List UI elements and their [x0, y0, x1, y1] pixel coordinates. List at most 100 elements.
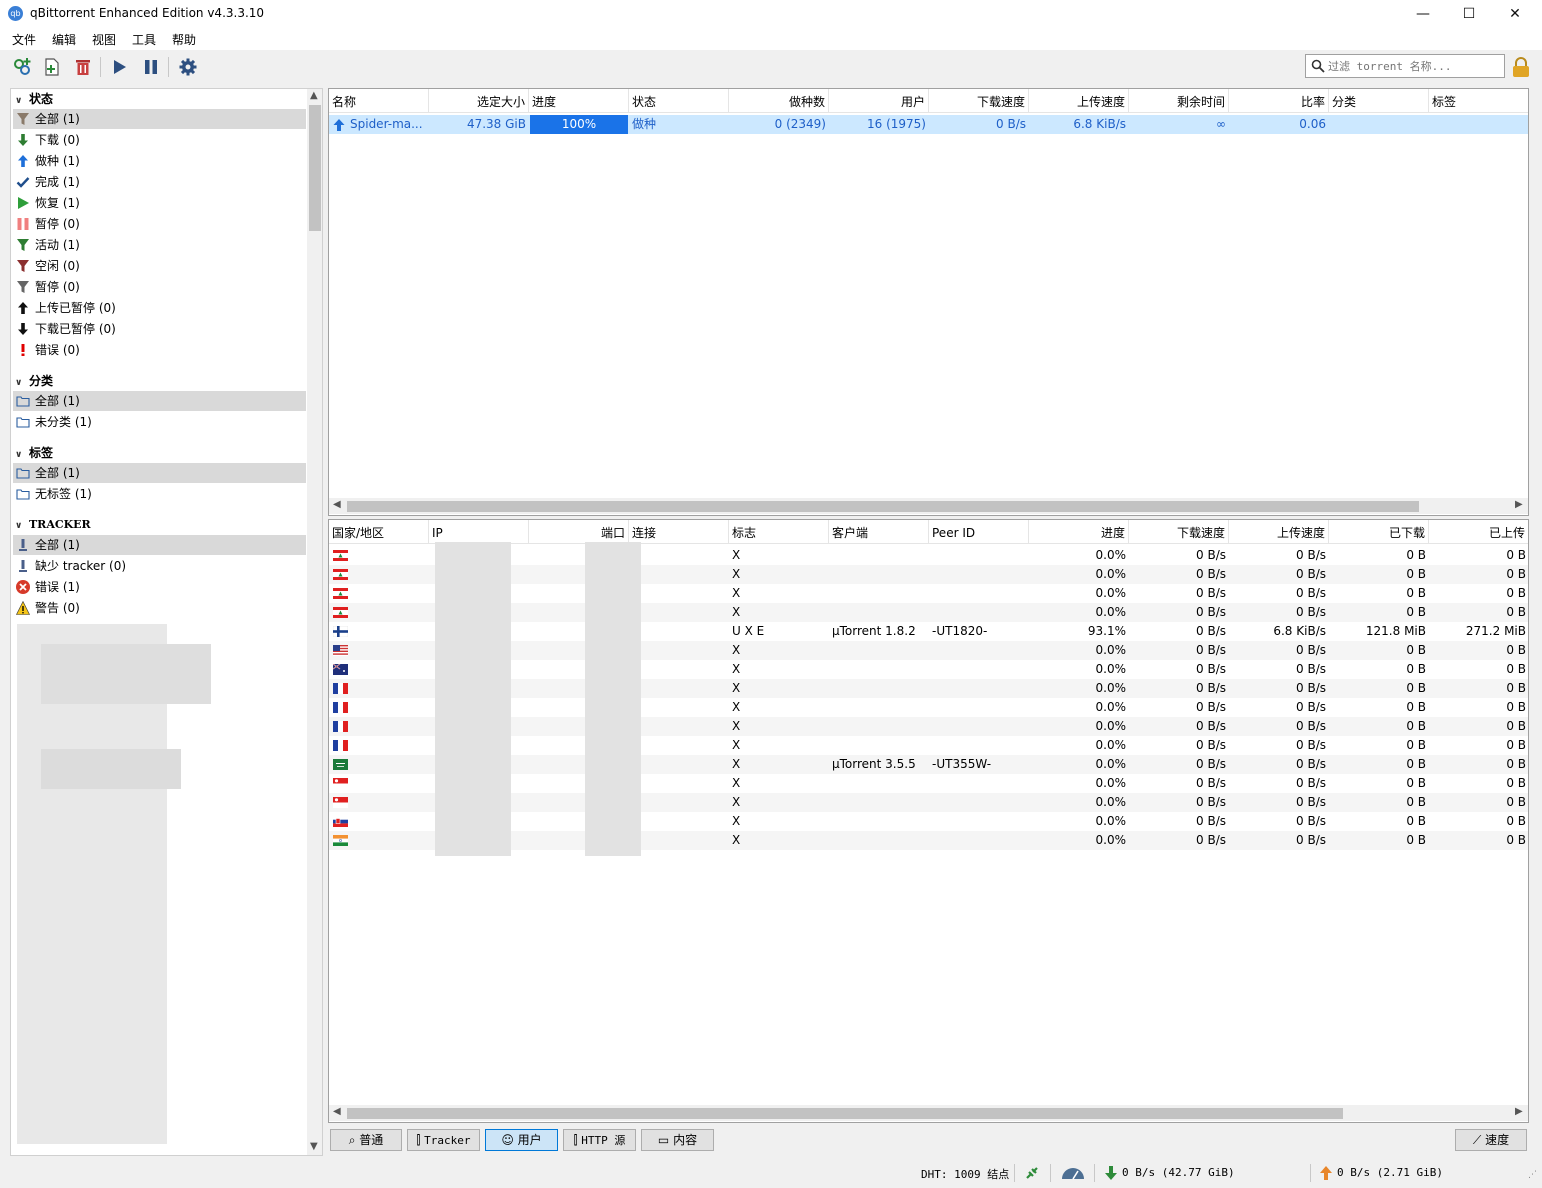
lock-icon[interactable] [1510, 56, 1532, 78]
torrent-list-hscrollbar[interactable]: ◀ ▶ [329, 498, 1528, 514]
arrow-down-icon [18, 323, 28, 335]
scroll-down-icon[interactable]: ▼ [310, 1141, 318, 1152]
sidebar-item-status-all[interactable]: 全部 (1) [13, 109, 306, 129]
search-input[interactable] [1328, 58, 1500, 74]
tag-section-header[interactable]: ∨ 标签 [15, 444, 53, 462]
status-section-header[interactable]: ∨ 状态 [15, 90, 53, 108]
menu-edit[interactable]: 编辑 [52, 31, 76, 48]
sidebar-item-status-stalled[interactable]: 暂停 (0) [13, 277, 306, 297]
peer-progress: 0.0% [1095, 738, 1127, 752]
sidebar-item-status-inactive[interactable]: 空闲 (0) [13, 256, 306, 276]
menu-help[interactable]: 帮助 [172, 31, 196, 48]
add-torrent-button[interactable] [40, 56, 64, 78]
menu-view[interactable]: 视图 [92, 31, 116, 48]
settings-button[interactable] [176, 56, 200, 78]
torrent-row[interactable]: Spider-ma... 47.38 GiB 100% 做种 0 (2349) … [329, 115, 1528, 134]
resize-grip-icon[interactable]: ⋰ [1528, 1170, 1537, 1180]
column-header[interactable]: 已下载 [1329, 520, 1429, 544]
flag-lebanon-icon [333, 607, 348, 618]
error-circle-icon [16, 580, 30, 594]
speed-limit-icon[interactable] [1060, 1166, 1086, 1180]
column-header[interactable]: IP [429, 520, 529, 544]
column-header[interactable]: 下载速度 [929, 89, 1029, 113]
sidebar-item-status-resumed[interactable]: 恢复 (1) [13, 193, 306, 213]
sidebar-item-category-all[interactable]: 全部 (1) [13, 391, 306, 411]
column-header[interactable]: 下载速度 [1129, 520, 1229, 544]
scroll-right-icon[interactable]: ▶ [1515, 1106, 1523, 1117]
filter-icon [17, 239, 29, 251]
close-button[interactable]: ✕ [1492, 0, 1538, 28]
pause-button[interactable] [139, 56, 163, 78]
column-header[interactable]: 分类 [1329, 89, 1429, 113]
sidebar-item-category-uncategorized[interactable]: 未分类 (1) [13, 412, 306, 432]
scroll-thumb[interactable] [347, 501, 1419, 512]
sidebar-item-tag-untagged[interactable]: 无标签 (1) [13, 484, 306, 504]
column-header[interactable]: 进度 [529, 89, 629, 113]
peer-dl-speed: 0 B/s [1196, 833, 1226, 847]
peer-progress: 0.0% [1095, 833, 1127, 847]
column-header[interactable]: 国家/地区 [329, 520, 429, 544]
tab-general[interactable]: ⌕ 普通 [330, 1129, 402, 1151]
tab-speed[interactable]: ⟋ 速度 [1455, 1129, 1527, 1151]
sidebar-item-tracker-warning[interactable]: 警告 (0) [13, 598, 306, 618]
peer-uploaded: 0 B [1506, 567, 1526, 581]
sidebar-item-status-downloading[interactable]: 下载 (0) [13, 130, 306, 150]
sidebar-item-status-upload-paused[interactable]: 上传已暂停 (0) [13, 298, 306, 318]
column-header[interactable]: 状态 [629, 89, 729, 113]
flag-france-icon [333, 740, 348, 751]
column-header[interactable]: 标志 [729, 520, 829, 544]
scroll-left-icon[interactable]: ◀ [333, 1106, 341, 1117]
delete-button[interactable] [71, 56, 95, 78]
chevron-down-icon: ∨ [15, 96, 23, 106]
resume-button[interactable] [107, 56, 131, 78]
scroll-right-icon[interactable]: ▶ [1515, 499, 1523, 510]
scroll-up-icon[interactable]: ▲ [310, 90, 318, 101]
column-header[interactable]: 选定大小 [429, 89, 529, 113]
column-header[interactable]: 上传速度 [1229, 520, 1329, 544]
sidebar-item-status-active[interactable]: 活动 (1) [13, 235, 306, 255]
tab-peers[interactable]: ☺ 用户 [485, 1129, 558, 1151]
column-header[interactable]: 进度 [1029, 520, 1129, 544]
sidebar-scrollbar[interactable]: ▲ ▼ [307, 89, 322, 1155]
column-header[interactable]: 剩余时间 [1129, 89, 1229, 113]
minimize-button[interactable]: — [1400, 0, 1446, 28]
title-bar[interactable]: qb qBittorrent Enhanced Edition v4.3.3.1… [0, 0, 1542, 28]
peer-flags: X [732, 586, 741, 600]
column-header[interactable]: 名称 [329, 89, 429, 113]
menu-tools[interactable]: 工具 [132, 31, 156, 48]
sidebar-item-label: 全部 (1) [35, 394, 80, 408]
sidebar-item-tracker-error[interactable]: 错误 (1) [13, 577, 306, 597]
tab-tracker[interactable]: ⫿ Tracker [407, 1129, 480, 1151]
tab-content[interactable]: ▭ 内容 [641, 1129, 714, 1151]
sidebar-scroll-thumb[interactable] [309, 105, 321, 231]
scroll-thumb[interactable] [347, 1108, 1343, 1119]
tracker-section-header[interactable]: ∨ TRACKER [15, 516, 91, 534]
sidebar-item-status-completed[interactable]: 完成 (1) [13, 172, 306, 192]
column-header[interactable]: 用户 [829, 89, 929, 113]
sidebar-item-status-seeding[interactable]: 做种 (1) [13, 151, 306, 171]
column-header[interactable]: 端口 [529, 520, 629, 544]
sidebar-item-status-paused[interactable]: 暂停 (0) [13, 214, 306, 234]
search-field[interactable] [1305, 54, 1505, 78]
column-header[interactable]: 比率 [1229, 89, 1329, 113]
scroll-left-icon[interactable]: ◀ [333, 499, 341, 510]
peers-list-hscrollbar[interactable]: ◀ ▶ [329, 1105, 1528, 1121]
column-header[interactable]: 连接 [629, 520, 729, 544]
column-header[interactable]: 做种数 [729, 89, 829, 113]
category-section-header[interactable]: ∨ 分类 [15, 372, 53, 390]
add-link-button[interactable] [10, 56, 34, 78]
column-header[interactable]: 客户端 [829, 520, 929, 544]
sidebar-item-status-download-paused[interactable]: 下载已暂停 (0) [13, 319, 306, 339]
tab-http-sources[interactable]: ⫿ HTTP 源 [563, 1129, 636, 1151]
connection-status-icon[interactable] [1024, 1165, 1040, 1181]
column-header[interactable]: 已上传 [1429, 520, 1528, 544]
column-header[interactable]: 上传速度 [1029, 89, 1129, 113]
column-header[interactable]: Peer ID [929, 520, 1029, 544]
sidebar-item-status-errored[interactable]: 错误 (0) [13, 340, 306, 360]
maximize-button[interactable]: ☐ [1446, 0, 1492, 28]
sidebar-item-tracker-missing[interactable]: 缺少 tracker (0) [13, 556, 306, 576]
menu-file[interactable]: 文件 [12, 31, 36, 48]
column-header[interactable]: 标签 [1429, 89, 1528, 113]
sidebar-item-tag-all[interactable]: 全部 (1) [13, 463, 306, 483]
sidebar-item-tracker-all[interactable]: 全部 (1) [13, 535, 306, 555]
